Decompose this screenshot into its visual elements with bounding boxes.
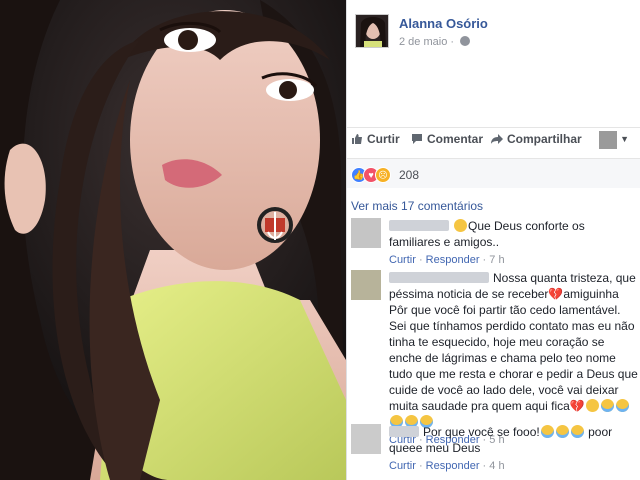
comment-footer: Curtir · Responder · 4 h bbox=[389, 460, 505, 472]
crying-face-icon bbox=[615, 399, 629, 412]
comment-like-link[interactable]: Curtir bbox=[389, 460, 416, 472]
comment-body: Que Deus conforte os familiares e amigos… bbox=[389, 218, 639, 268]
comment-item: Que Deus conforte os familiares e amigos… bbox=[351, 218, 639, 268]
comment-item: Por que você se fooo! poor queee meu Deu… bbox=[351, 424, 639, 474]
comment-reply-link[interactable]: Responder bbox=[426, 254, 480, 266]
reaction-count[interactable]: 208 bbox=[399, 168, 419, 182]
sad-face-icon bbox=[454, 219, 467, 232]
post-actions: Curtir Comentar Compartilhar ▼ bbox=[347, 127, 640, 153]
like-label: Curtir bbox=[367, 132, 400, 146]
crying-face-icon bbox=[570, 425, 584, 438]
reactions-bar[interactable]: 👍 ♥ ☹ 208 bbox=[347, 158, 640, 188]
reaction-icons: 👍 ♥ ☹ bbox=[351, 167, 399, 183]
view-more-comments[interactable]: Ver mais 17 comentários bbox=[351, 199, 483, 213]
comment-body: Nossa quanta tristeza, que péssima notic… bbox=[389, 270, 639, 448]
comment-item: Nossa quanta tristeza, que péssima notic… bbox=[351, 270, 639, 446]
avatar[interactable] bbox=[351, 424, 381, 454]
avatar[interactable] bbox=[351, 270, 381, 300]
post-panel: Alanna Osório 2 de maio · Curtir Comenta… bbox=[346, 0, 640, 480]
commenter-name[interactable] bbox=[389, 220, 449, 231]
comment-reply-link[interactable]: Responder bbox=[426, 460, 480, 472]
comment-time[interactable]: 4 h bbox=[489, 460, 504, 472]
thumbs-up-icon bbox=[351, 133, 363, 145]
post-date[interactable]: 2 de maio bbox=[399, 36, 447, 48]
post-photo[interactable] bbox=[0, 0, 346, 480]
sad-icon: ☹ bbox=[375, 167, 391, 183]
author-name[interactable]: Alanna Osório bbox=[399, 16, 488, 31]
comment-footer: Curtir · Responder · 7 h bbox=[389, 254, 505, 266]
broken-heart-icon: 💔 bbox=[569, 399, 585, 413]
like-button[interactable]: Curtir bbox=[351, 132, 400, 146]
comment-text-part-2: amiguinha Pôr que você foi partir tão ce… bbox=[389, 287, 638, 413]
crying-face-icon bbox=[600, 399, 614, 412]
sad-face-icon bbox=[585, 399, 599, 412]
author-avatar[interactable] bbox=[355, 14, 389, 48]
comment-time[interactable]: 7 h bbox=[489, 254, 504, 266]
share-button[interactable]: Compartilhar bbox=[491, 132, 582, 146]
comment-text-part-1: Por que você se fooo! bbox=[423, 425, 540, 439]
comment-like-link[interactable]: Curtir bbox=[389, 254, 416, 266]
globe-icon bbox=[460, 36, 471, 46]
share-as-avatar[interactable] bbox=[599, 131, 617, 149]
share-label: Compartilhar bbox=[507, 132, 582, 146]
share-icon bbox=[491, 133, 503, 145]
chevron-down-icon[interactable]: ▼ bbox=[620, 134, 629, 144]
crying-face-icon bbox=[540, 425, 554, 438]
post-header: Alanna Osório 2 de maio · bbox=[355, 14, 635, 54]
crying-face-icon bbox=[555, 425, 569, 438]
commenter-name[interactable] bbox=[389, 272, 489, 283]
comment-icon bbox=[411, 133, 423, 145]
comment-label: Comentar bbox=[427, 132, 484, 146]
broken-heart-icon: 💔 bbox=[548, 287, 564, 301]
commenter-name[interactable] bbox=[389, 426, 419, 437]
comment-button[interactable]: Comentar bbox=[411, 132, 483, 146]
post-meta: 2 de maio · bbox=[399, 36, 471, 48]
comment-body: Por que você se fooo! poor queee meu Deu… bbox=[389, 424, 639, 474]
avatar[interactable] bbox=[351, 218, 381, 248]
